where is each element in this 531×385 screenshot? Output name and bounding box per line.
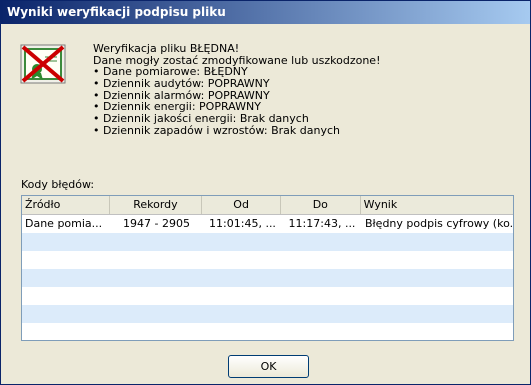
message-line: • Dziennik audytów: POPRAWNY: [93, 77, 270, 91]
empty-row: [22, 269, 513, 287]
empty-row: [22, 233, 513, 251]
message-text: Weryfikacja pliku BŁĘDNA! Dane mogły zos…: [93, 43, 381, 137]
invalid-signature-certificate-icon: [20, 44, 66, 84]
cell-result: Błędny podpis cyfrowy (ko...: [365, 217, 513, 230]
empty-row: [22, 305, 513, 323]
column-header-result[interactable]: Wynik: [361, 196, 513, 214]
empty-row: [22, 323, 513, 340]
column-header-to[interactable]: Do: [281, 196, 361, 214]
column-header-from[interactable]: Od: [202, 196, 281, 214]
title-bar: Wyniki weryfikacji podpisu pliku: [1, 1, 530, 24]
cell-to: 11:17:43, ...: [288, 217, 356, 230]
message-line: Weryfikacja pliku BŁĘDNA!: [93, 42, 240, 55]
empty-row: [22, 287, 513, 305]
cell-source: Dane pomia...: [25, 217, 103, 230]
list-header: Źródło Rekordy Od Do Wynik: [22, 196, 513, 215]
column-header-source[interactable]: Źródło: [22, 196, 110, 214]
cell-records: 1947 - 2905: [123, 217, 190, 230]
verification-dialog: Wyniki weryfikacji podpisu pliku Weryfik…: [0, 0, 531, 385]
cell-from: 11:01:45, ...: [209, 217, 276, 230]
empty-row: [22, 251, 513, 269]
error-codes-label: Kody błędów:: [21, 178, 95, 191]
table-row[interactable]: Dane pomia... 1947 - 2905 11:01:45, ... …: [22, 215, 513, 233]
ok-button[interactable]: OK: [228, 355, 309, 378]
column-header-records[interactable]: Rekordy: [110, 196, 203, 214]
error-codes-list[interactable]: Źródło Rekordy Od Do Wynik Dane pomia...…: [21, 195, 514, 341]
message-line: • Dziennik zapadów i wzrostów: Brak dany…: [93, 123, 340, 137]
